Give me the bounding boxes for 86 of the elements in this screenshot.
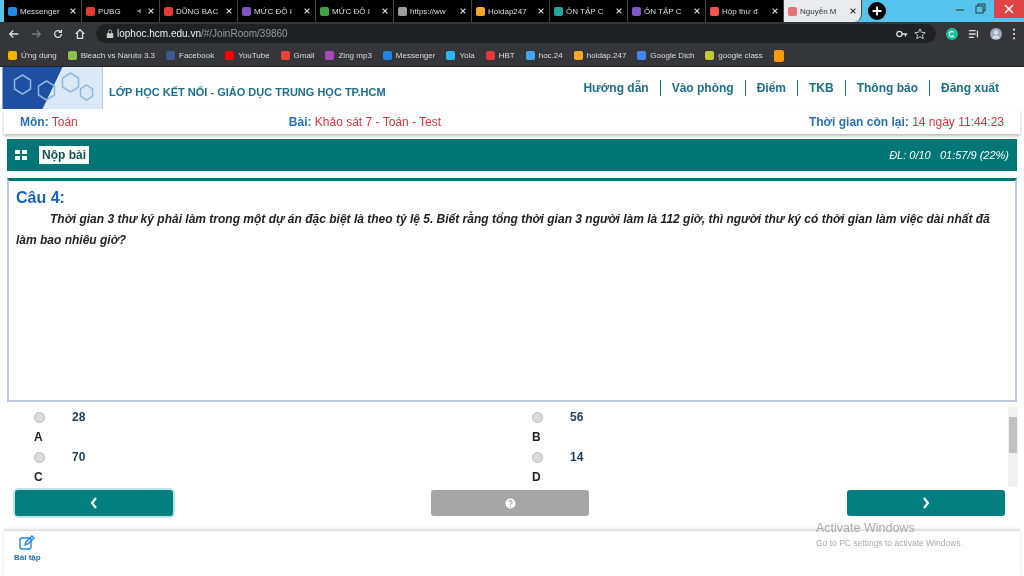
- bookmark[interactable]: Google Dịch: [637, 51, 695, 60]
- address-field[interactable]: lophoc.hcm.edu.vn/#/JoinRoom/39860: [96, 24, 936, 43]
- new-tab-icon[interactable]: [868, 2, 886, 20]
- nav-link[interactable]: Thông báo: [845, 81, 929, 95]
- progress-text: ĐL: 0/10 01:57/9 (22%): [889, 149, 1009, 161]
- time-remaining-text: Thời gian còn lại: 14 ngày 11:44:23: [808, 114, 1004, 129]
- radio-button[interactable]: [34, 451, 45, 463]
- back-icon[interactable]: [8, 27, 20, 40]
- scrollbar[interactable]: [1008, 407, 1018, 487]
- nav-link[interactable]: TKB: [798, 81, 845, 95]
- option-letter: A: [34, 429, 44, 446]
- bookmark[interactable]: HBT: [485, 51, 515, 60]
- nav-link[interactable]: Đăng xuất: [930, 81, 1010, 95]
- bookmark[interactable]: Bleach vs Naruto 3.3: [67, 51, 155, 60]
- bookmark[interactable]: Facebook: [166, 51, 215, 60]
- close-window-icon[interactable]: [994, 0, 1024, 18]
- bookmark[interactable]: hoc.24: [525, 51, 563, 60]
- bookmark[interactable]: Ứng dụng: [8, 51, 57, 60]
- tab-title: MỨC ĐỘ I: [254, 6, 293, 16]
- browser-tab[interactable]: MỨC ĐỘ I: [238, 0, 316, 22]
- tab-title: https://ww: [410, 6, 447, 16]
- help-icon: [504, 497, 516, 509]
- lesson-text: Bài: Khảo sát 7 - Toán - Test: [288, 114, 442, 129]
- site-title: LỚP HỌC KẾT NỐI - GIÁO DỤC TRUNG HỌC TP.HCM: [109, 86, 386, 98]
- media-icon[interactable]: [968, 27, 980, 40]
- bookmark[interactable]: Zing mp3: [325, 51, 372, 60]
- home-icon[interactable]: [74, 27, 86, 40]
- bookmark-icon[interactable]: [773, 49, 784, 62]
- option-value: 56: [570, 410, 584, 424]
- option-letter: B: [532, 429, 542, 446]
- bookmark[interactable]: Gmail: [280, 51, 315, 60]
- grid-icon[interactable]: [15, 150, 27, 160]
- tab-title: PUBG: [98, 6, 122, 16]
- option-letter: D: [532, 469, 542, 486]
- nav-link[interactable]: Điểm: [745, 81, 797, 95]
- bookmark[interactable]: Messenger: [382, 51, 436, 60]
- tab-title: ÔN TẬP C: [644, 6, 683, 16]
- option-value: 70: [72, 450, 86, 464]
- option-value: 28: [72, 410, 86, 424]
- lock-icon: [106, 27, 114, 40]
- reload-icon[interactable]: [52, 27, 64, 40]
- tab-title: Messenger: [20, 6, 61, 16]
- browser-tab[interactable]: Nguyễn M: [784, 0, 862, 22]
- chevron-right-icon: [922, 497, 930, 509]
- question-number: Câu 4:: [16, 189, 66, 207]
- radio-button[interactable]: [532, 451, 543, 463]
- bookmark[interactable]: hoidap.247: [573, 51, 627, 60]
- browser-tab[interactable]: ÔN TẬP C: [550, 0, 628, 22]
- tab-title: ÔN TẬP C: [566, 6, 605, 16]
- option-letter: C: [34, 469, 44, 486]
- browser-tab[interactable]: https://ww: [394, 0, 472, 22]
- browser-tab[interactable]: Messenger: [4, 0, 82, 22]
- exercises-tab[interactable]: Bài tập: [4, 531, 51, 576]
- option-value: 14: [570, 450, 584, 464]
- browser-tab[interactable]: DŨNG BAC: [160, 0, 238, 22]
- tab-title: Hoidap247: [488, 6, 528, 16]
- radio-button[interactable]: [532, 411, 543, 423]
- bookmark[interactable]: YouTube: [225, 51, 270, 60]
- browser-tab[interactable]: Hộp thư đ: [706, 0, 784, 22]
- browser-tab[interactable]: MỨC ĐỘ I: [316, 0, 394, 22]
- avatar-icon[interactable]: [990, 27, 1002, 40]
- star-icon[interactable]: [914, 27, 926, 40]
- tab-title: DŨNG BAC: [176, 6, 220, 16]
- activation-text: Go to PC settings to activate Windows.: [816, 538, 963, 548]
- bookmark[interactable]: google class: [705, 51, 763, 60]
- question-text: Thời gian 3 thư ký phải làm trong một dự án đặc biệt là theo tỷ lệ 5. Biết rằng tổng thời gian 3 người làm là 112 giờ, thì người thư ký có thời gian làm việc dài nhất đã làm bao nhiêu giờ?: [16, 210, 991, 249]
- tab-title: MỨC ĐỘ I: [332, 6, 371, 16]
- tab-title: Nguyễn M: [800, 6, 838, 16]
- activation-title: Activate Windows: [816, 521, 916, 535]
- subject-text: Môn: Toán: [20, 114, 78, 129]
- radio-button[interactable]: [34, 411, 45, 423]
- nav-link[interactable]: Vào phòng: [660, 81, 745, 95]
- forward-icon[interactable]: [30, 27, 42, 40]
- nav-link[interactable]: Hướng dẫn: [572, 81, 660, 95]
- submit-button[interactable]: Nộp bài: [39, 146, 89, 164]
- menu-icon[interactable]: [1012, 27, 1016, 40]
- browser-tab[interactable]: Hoidap247: [472, 0, 550, 22]
- extension-icon[interactable]: [946, 27, 958, 40]
- tab-title: Hộp thư đ: [722, 6, 759, 16]
- chevron-left-icon: [90, 497, 98, 509]
- close-icon[interactable]: [849, 7, 857, 15]
- bookmark[interactable]: Yola: [446, 51, 475, 60]
- browser-tab[interactable]: ÔN TẬP C: [628, 0, 706, 22]
- edit-icon: [19, 535, 36, 551]
- browser-tab[interactable]: PUBG: [82, 0, 160, 22]
- restore-icon[interactable]: [974, 3, 986, 15]
